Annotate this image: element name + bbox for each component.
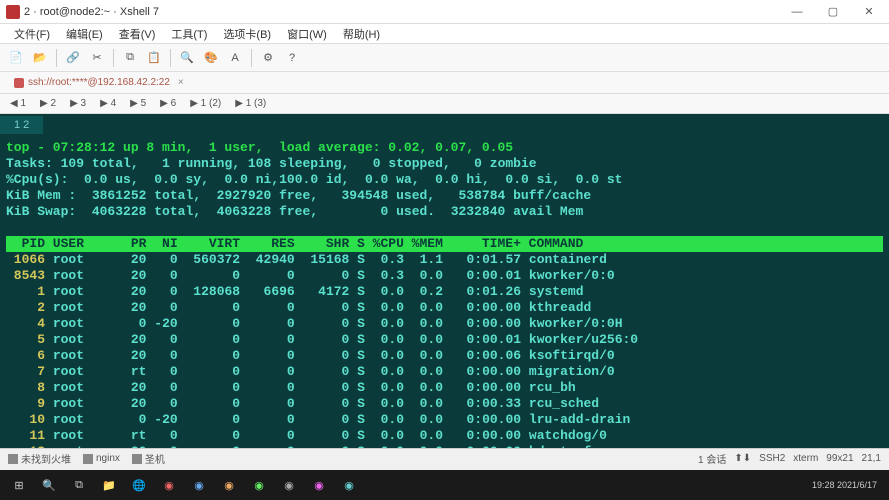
status-term: xterm	[793, 453, 818, 464]
search-icon[interactable]: 🔍	[177, 48, 197, 68]
status-pos: 21,1	[862, 453, 881, 464]
minimize-button[interactable]: —	[783, 2, 811, 22]
terminal[interactable]: top - 07:28:12 up 8 min, 1 user, load av…	[0, 136, 889, 448]
app2-icon[interactable]: ◉	[186, 472, 212, 498]
new-session-icon[interactable]: 📄	[6, 48, 26, 68]
maximize-button[interactable]: ▢	[819, 2, 847, 22]
search-taskbar-icon[interactable]: 🔍	[36, 472, 62, 498]
pane-tab[interactable]: ◀ 1	[6, 97, 30, 110]
menu-item[interactable]: 查看(V)	[111, 24, 164, 44]
status-tab[interactable]: 未找到火堆	[8, 451, 71, 466]
taskbar: ⊞ 🔍 ⧉ 📁 🌐 ◉ ◉ ◉ ◉ ◉ ◉ ◉ 19:28 2021/6/17	[0, 470, 889, 500]
status-tab[interactable]: 圣机	[132, 451, 165, 466]
settings-icon[interactable]: ⚙	[258, 48, 278, 68]
app4-icon[interactable]: ◉	[246, 472, 272, 498]
session-label: ssh://root:****@192.168.42.2:22	[28, 77, 170, 88]
window-title: 2 · root@node2:~ · Xshell 7	[24, 6, 783, 18]
app7-icon[interactable]: ◉	[336, 472, 362, 498]
app-icon	[6, 5, 20, 19]
pane-tab[interactable]: ▶ 6	[156, 97, 180, 110]
menu-item[interactable]: 帮助(H)	[335, 24, 388, 44]
app6-icon[interactable]: ◉	[306, 472, 332, 498]
start-icon[interactable]: ⊞	[6, 472, 32, 498]
session-close-icon[interactable]: ×	[178, 77, 184, 88]
taskview-icon[interactable]: ⧉	[66, 472, 92, 498]
copy-icon[interactable]: ⧉	[120, 48, 140, 68]
pane-tab[interactable]: ▶ 3	[66, 97, 90, 110]
edge-icon[interactable]: 🌐	[126, 472, 152, 498]
terminal-tab-row: 1 2	[0, 114, 889, 136]
pane-tab[interactable]: ▶ 5	[126, 97, 150, 110]
app1-icon[interactable]: ◉	[156, 472, 182, 498]
status-ssh2: SSH2	[759, 453, 785, 464]
pane-tab[interactable]: ▶ 1 (2)	[186, 97, 225, 110]
menu-item[interactable]: 工具(T)	[163, 24, 215, 44]
status-tab-icon	[83, 454, 93, 464]
help-icon[interactable]: ?	[282, 48, 302, 68]
menu-item[interactable]: 文件(F)	[6, 24, 58, 44]
session-tab[interactable]: ssh://root:****@192.168.42.2:22 ×	[6, 75, 192, 90]
toolbar: 📄 📂 🔗 ✂ ⧉ 📋 🔍 🎨 A ⚙ ?	[0, 44, 889, 72]
pane-tab[interactable]: ▶ 1 (3)	[231, 97, 270, 110]
taskbar-clock[interactable]: 19:28 2021/6/17	[812, 480, 883, 491]
status-tab-icon	[8, 454, 18, 464]
titlebar: 2 · root@node2:~ · Xshell 7 — ▢ ✕	[0, 0, 889, 24]
terminal-tab[interactable]: 1 2	[0, 116, 43, 134]
session-tab-row: ssh://root:****@192.168.42.2:22 ×	[0, 72, 889, 94]
disconnect-icon[interactable]: ✂	[87, 48, 107, 68]
color-icon[interactable]: 🎨	[201, 48, 221, 68]
app5-icon[interactable]: ◉	[276, 472, 302, 498]
pane-tabs: ◀ 1 ▶ 2 ▶ 3 ▶ 4 ▶ 5 ▶ 6 ▶ 1 (2) ▶ 1 (3)	[0, 94, 889, 114]
status-size: 99x21	[826, 453, 853, 464]
app3-icon[interactable]: ◉	[216, 472, 242, 498]
menu-item[interactable]: 窗口(W)	[279, 24, 335, 44]
menubar: 文件(F)编辑(E)查看(V)工具(T)选项卡(B)窗口(W)帮助(H)	[0, 24, 889, 44]
menu-item[interactable]: 选项卡(B)	[215, 24, 279, 44]
status-tab-icon	[132, 454, 142, 464]
paste-icon[interactable]: 📋	[144, 48, 164, 68]
statusbar: 未找到火堆nginx圣机 1 会话 ⬆⬇ SSH2 xterm 99x21 21…	[0, 448, 889, 468]
session-icon	[14, 78, 24, 88]
font-icon[interactable]: A	[225, 48, 245, 68]
pane-tab[interactable]: ▶ 4	[96, 97, 120, 110]
close-button[interactable]: ✕	[855, 2, 883, 22]
open-icon[interactable]: 📂	[30, 48, 50, 68]
status-sessions: 1 会话	[698, 451, 726, 466]
pane-tab[interactable]: ▶ 2	[36, 97, 60, 110]
connect-icon[interactable]: 🔗	[63, 48, 83, 68]
menu-item[interactable]: 编辑(E)	[58, 24, 111, 44]
explorer-icon[interactable]: 📁	[96, 472, 122, 498]
status-tab[interactable]: nginx	[83, 451, 120, 466]
